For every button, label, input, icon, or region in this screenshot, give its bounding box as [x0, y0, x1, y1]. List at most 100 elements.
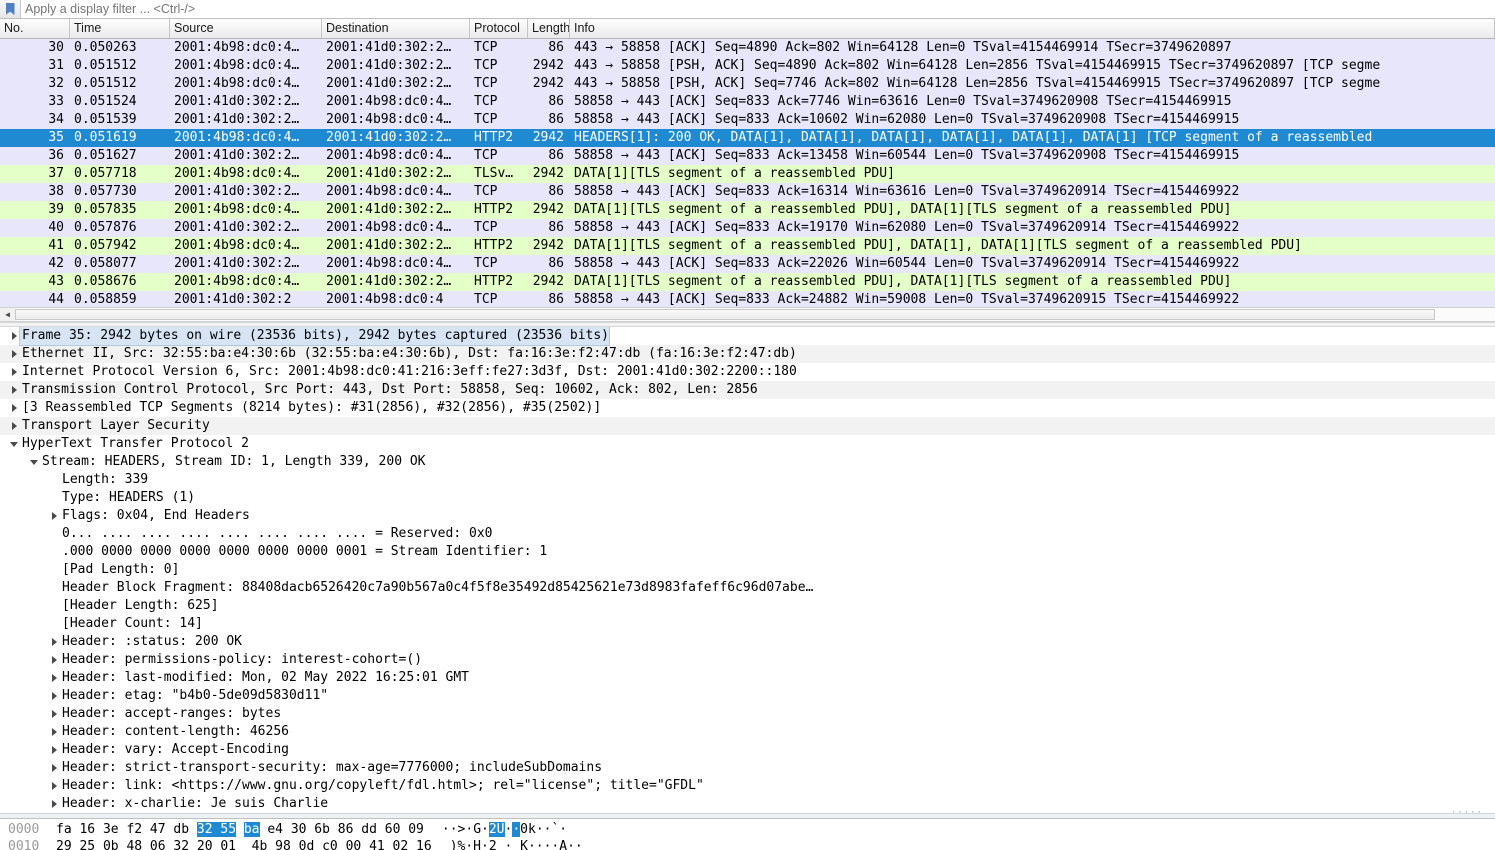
detail-tree-item[interactable]: Header Block Fragment: 88408dacb6526420c… [0, 579, 1495, 597]
packet-list-hscrollbar[interactable]: ◀ [0, 307, 1495, 322]
chevron-left-icon[interactable]: ◀ [0, 308, 15, 321]
bytes-pane-splitter[interactable] [0, 808, 1495, 818]
detail-tree-item[interactable]: Type: HEADERS (1) [0, 489, 1495, 507]
packet-row[interactable]: 32 0.051512 2001:4b98:dc0:4… 2001:41d0:302:… [0, 75, 1495, 93]
cell-info: 58858 → 443 [ACK] Seq=833 Ack=22026 Win=… [574, 256, 1240, 271]
chevron-right-icon[interactable] [8, 386, 20, 394]
chevron-right-icon[interactable] [8, 368, 20, 376]
detail-tree-item[interactable]: Header: content-length: 46256 [0, 723, 1495, 741]
packet-row[interactable]: 43 0.058676 2001:4b98:dc0:4… 2001:41d0:302:… [0, 273, 1495, 291]
packet-row[interactable]: 31 0.051512 2001:4b98:dc0:4… 2001:41d0:302:… [0, 57, 1495, 75]
column-header-destination[interactable]: Destination [322, 19, 470, 38]
column-header-time[interactable]: Time [70, 19, 170, 38]
display-filter-input[interactable] [21, 0, 1495, 18]
detail-tree-item[interactable]: [Header Length: 625] [0, 597, 1495, 615]
detail-tree-item[interactable]: Ethernet II, Src: 32:55:ba:e4:30:6b (32:… [0, 345, 1495, 363]
column-header-source[interactable]: Source [170, 19, 322, 38]
detail-tree-item[interactable]: Header: strict-transport-security: max-a… [0, 759, 1495, 777]
detail-tree-item[interactable]: Frame 35: 2942 bytes on wire (23536 bits… [0, 327, 1495, 346]
detail-tree-item[interactable]: Transmission Control Protocol, Src Port:… [0, 381, 1495, 399]
hexdump-line[interactable]: 0010 29 25 0b 48 06 32 20 01 4b 98 0d c0 … [0, 838, 1495, 850]
hexdump-hex-segment: 29 25 0b 48 06 32 20 01 4b 98 0d c0 00 4… [56, 839, 432, 850]
packet-row[interactable]: 30 0.050263 2001:4b98:dc0:4… 2001:41d0:302:… [0, 39, 1495, 57]
detail-tree-item[interactable]: HyperText Transfer Protocol 2 [0, 435, 1495, 453]
detail-tree-item[interactable]: 0... .... .... .... .... .... .... .... … [0, 525, 1495, 543]
detail-tree-item[interactable]: Header: accept-ranges: bytes [0, 705, 1495, 723]
packet-row[interactable]: 41 0.057942 2001:4b98:dc0:4… 2001:41d0:302:… [0, 237, 1495, 255]
packet-row[interactable]: 36 0.051627 2001:41d0:302:2… 2001:4b98:dc0:… [0, 147, 1495, 165]
cell-info: DATA[1][TLS segment of a reassembled PDU… [574, 238, 1302, 253]
packet-row[interactable]: 38 0.057730 2001:41d0:302:2… 2001:4b98:dc0:… [0, 183, 1495, 201]
chevron-right-icon[interactable] [8, 350, 20, 358]
packet-details-pane[interactable]: Frame 35: 2942 bytes on wire (23536 bits… [0, 327, 1495, 813]
chevron-right-icon[interactable] [48, 512, 60, 520]
hscroll-thumb[interactable] [15, 309, 1435, 320]
chevron-right-icon[interactable] [48, 764, 60, 772]
detail-tree-item[interactable]: Stream: HEADERS, Stream ID: 1, Length 33… [0, 453, 1495, 471]
packet-row[interactable]: 34 0.051539 2001:41d0:302:2… 2001:4b98:dc0:… [0, 111, 1495, 129]
cell-length: 2942 [532, 76, 564, 91]
chevron-right-icon[interactable] [48, 692, 60, 700]
detail-tree-label: Header Block Fragment: 88408dacb6526420c… [62, 580, 814, 595]
packet-row[interactable]: 44 0.058859 2001:41d0:302:2 2001:4b98:dc0:4… [0, 291, 1495, 307]
chevron-right-icon[interactable] [48, 728, 60, 736]
packet-list-pane: No. Time Source Destination Protocol Length In… [0, 19, 1495, 322]
packet-list-body[interactable]: 30 0.050263 2001:4b98:dc0:4… 2001:41d0:302:… [0, 39, 1495, 307]
cell-length: 2942 [532, 202, 564, 217]
detail-tree-item[interactable]: [Header Count: 14] [0, 615, 1495, 633]
detail-tree-item[interactable]: Header: link: <https://www.gnu.org/copyl… [0, 777, 1495, 795]
cell-source: 2001:41d0:302:2 [174, 292, 292, 307]
detail-tree-item[interactable]: Header: x-charlie: Je suis Charlie [0, 795, 1495, 813]
detail-tree-label: Header: link: <https://www.gnu.org/copyl… [62, 778, 704, 793]
detail-tree-item[interactable]: .000 0000 0000 0000 0000 0000 0000 0001 … [0, 543, 1495, 561]
cell-time: 0.051627 [74, 148, 137, 163]
detail-tree-label: HyperText Transfer Protocol 2 [22, 436, 249, 451]
detail-tree-item[interactable]: Header: permissions-policy: interest-coh… [0, 651, 1495, 669]
chevron-right-icon[interactable] [8, 422, 20, 430]
detail-tree-item[interactable]: [3 Reassembled TCP Segments (8214 bytes)… [0, 399, 1495, 417]
chevron-right-icon[interactable] [48, 746, 60, 754]
packet-bytes-pane[interactable]: 0000 fa 16 3e f2 47 db 32 55 ba e4 30 6b … [0, 818, 1495, 850]
detail-tree-label: [Header Length: 625] [62, 598, 219, 613]
detail-tree-item[interactable]: Internet Protocol Version 6, Src: 2001:4… [0, 363, 1495, 381]
detail-tree-item[interactable]: Transport Layer Security [0, 417, 1495, 435]
chevron-right-icon[interactable] [48, 710, 60, 718]
hexdump-hex-selected: ba [243, 822, 260, 837]
detail-tree-item[interactable]: Header: last-modified: Mon, 02 May 2022 … [0, 669, 1495, 687]
chevron-right-icon[interactable] [48, 638, 60, 646]
chevron-down-icon[interactable] [8, 441, 20, 447]
cell-no: 39 [48, 202, 64, 217]
column-header-no[interactable]: No. [0, 19, 70, 38]
hscroll-track[interactable] [15, 308, 1495, 321]
chevron-right-icon[interactable] [48, 782, 60, 790]
packet-row[interactable]: 39 0.057835 2001:4b98:dc0:4… 2001:41d0:302:… [0, 201, 1495, 219]
detail-tree-item[interactable]: Length: 339 [0, 471, 1495, 489]
detail-tree-item[interactable]: Header: etag: "b4b0-5de09d5830d11" [0, 687, 1495, 705]
cell-no: 32 [48, 76, 64, 91]
chevron-down-icon[interactable] [28, 459, 40, 465]
packet-row[interactable]: 42 0.058077 2001:41d0:302:2… 2001:4b98:dc0:… [0, 255, 1495, 273]
chevron-right-icon[interactable] [8, 404, 20, 412]
packet-row[interactable]: 37 0.057718 2001:4b98:dc0:4… 2001:41d0:302:… [0, 165, 1495, 183]
cell-destination: 2001:4b98:dc0:4… [326, 112, 452, 127]
chevron-right-icon[interactable] [48, 800, 60, 808]
detail-tree-item[interactable]: [Pad Length: 0] [0, 561, 1495, 579]
column-header-protocol[interactable]: Protocol [470, 19, 528, 38]
detail-tree-item[interactable]: Header: vary: Accept-Encoding [0, 741, 1495, 759]
packet-row[interactable]: 40 0.057876 2001:41d0:302:2… 2001:4b98:dc0:… [0, 219, 1495, 237]
detail-tree-item[interactable]: Header: :status: 200 OK [0, 633, 1495, 651]
bookmark-icon[interactable] [0, 0, 21, 18]
column-header-length[interactable]: Length [528, 19, 570, 38]
cell-no: 35 [48, 130, 64, 145]
hexdump-line[interactable]: 0000 fa 16 3e f2 47 db 32 55 ba e4 30 6b … [0, 821, 1495, 838]
chevron-right-icon[interactable] [48, 674, 60, 682]
chevron-right-icon[interactable] [8, 332, 20, 340]
cell-no: 42 [48, 256, 64, 271]
packet-row[interactable]: 35 0.051619 2001:4b98:dc0:4… 2001:41d0:302:… [0, 129, 1495, 147]
column-header-info[interactable]: Info [570, 19, 1495, 38]
cell-time: 0.058676 [74, 274, 137, 289]
packet-row[interactable]: 33 0.051524 2001:41d0:302:2… 2001:4b98:dc0:… [0, 93, 1495, 111]
detail-tree-item[interactable]: Flags: 0x04, End Headers [0, 507, 1495, 525]
cell-source: 2001:4b98:dc0:4… [174, 58, 300, 73]
chevron-right-icon[interactable] [48, 656, 60, 664]
